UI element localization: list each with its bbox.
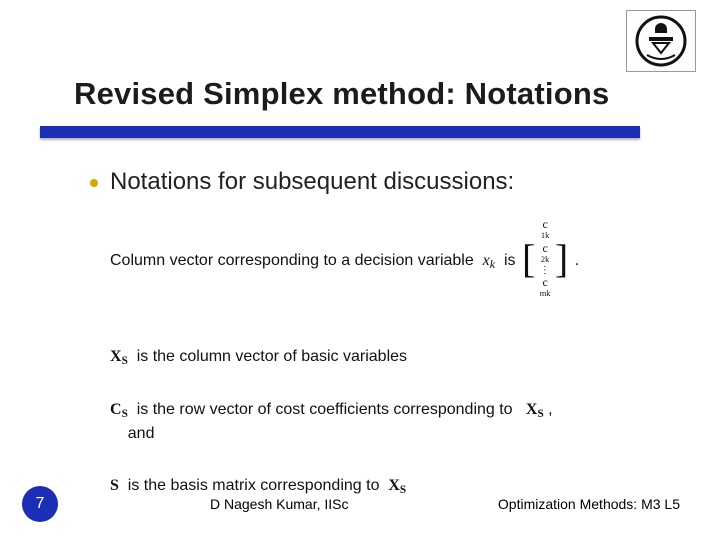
comma: , xyxy=(548,401,552,418)
subheading-text: Notations for subsequent discussions: xyxy=(110,168,514,195)
subheading: Notations for subsequent discussions: xyxy=(90,168,514,196)
footer: 7 D Nagesh Kumar, IISc Optimization Meth… xyxy=(0,486,720,522)
footer-author: D Nagesh Kumar, IISc xyxy=(210,496,349,512)
xs-symbol-ref: XS xyxy=(526,401,544,418)
item-column-vector: Column vector corresponding to a decisio… xyxy=(110,220,690,302)
content-area: Column vector corresponding to a decisio… xyxy=(110,220,690,529)
is-text: is xyxy=(504,252,516,269)
colvec-text: Column vector corresponding to a decisio… xyxy=(110,252,474,269)
xs-symbol: XS xyxy=(110,348,128,365)
item-xs: XS is the column vector of basic variabl… xyxy=(110,346,690,369)
cs-symbol: CS xyxy=(110,401,128,418)
cs-and: and xyxy=(128,425,155,442)
crest-icon xyxy=(633,13,689,69)
title-underline xyxy=(40,126,640,138)
page-number: 7 xyxy=(22,486,58,522)
bullet-icon xyxy=(90,179,98,187)
xk-symbol: xk xyxy=(483,252,495,269)
slide-title: Revised Simplex method: Notations xyxy=(74,76,680,112)
cs-desc: is the row vector of cost coefficients c… xyxy=(137,401,513,418)
xs-desc: is the column vector of basic variables xyxy=(137,348,407,365)
footer-course: Optimization Methods: M3 L5 xyxy=(498,496,680,512)
institute-logo xyxy=(626,10,696,72)
period: . xyxy=(575,252,579,269)
column-vector-bracket: [ c1k c2k ⋮ cmk ] xyxy=(522,218,568,300)
item-cs: CS is the row vector of cost coefficient… xyxy=(110,399,690,445)
